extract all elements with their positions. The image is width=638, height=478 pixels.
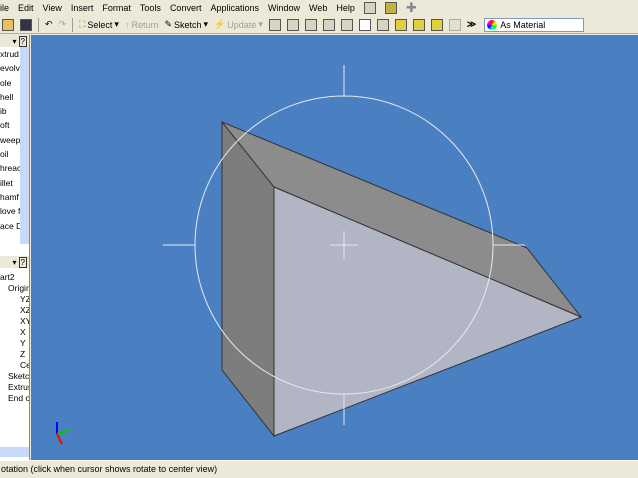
help-icon[interactable]: ? (19, 36, 27, 47)
left-panel: ▾? xtrud evolv ole hell ib oft weep oil … (0, 35, 30, 460)
material-value: As Material (500, 20, 545, 30)
menu-file[interactable]: ile (0, 3, 9, 13)
model-view[interactable] (31, 35, 638, 460)
update-button[interactable]: ⚡Update ▾ (214, 17, 263, 32)
select-icon: ⛶ (79, 19, 85, 30)
scrollbar[interactable] (20, 47, 29, 244)
tree-item[interactable]: X (0, 327, 29, 338)
graphics-viewport[interactable] (31, 35, 638, 460)
camera-icon[interactable] (413, 19, 425, 31)
menu-convert[interactable]: Convert (170, 3, 202, 13)
redo-icon[interactable]: ↷ (59, 19, 67, 30)
help-icon[interactable]: ? (19, 257, 27, 268)
menu-window[interactable]: Window (268, 3, 300, 13)
ground-shadow-icon[interactable] (431, 19, 443, 31)
update-label: Update (227, 20, 256, 30)
zoom-window-icon[interactable] (287, 19, 299, 31)
menu-format[interactable]: Format (102, 3, 131, 13)
zoom-selected-icon[interactable] (341, 19, 353, 31)
analysis-icon[interactable] (449, 19, 461, 31)
tree-item[interactable]: Z (0, 349, 29, 360)
zoom-all-icon[interactable] (269, 19, 281, 31)
rotate-icon[interactable] (359, 19, 371, 31)
tree-item[interactable]: Ce (0, 360, 29, 371)
separator (38, 18, 39, 32)
status-bar: otation (click when cursor shows rotate … (0, 460, 638, 478)
color-wheel-icon (487, 20, 497, 30)
browser-panel-header: ▾? (0, 256, 29, 268)
menu-edit[interactable]: Edit (18, 3, 34, 13)
browser-tree: art2 Origin YZ XZ XY X Y Z Ce Sketch Ext… (0, 268, 29, 404)
material-select[interactable]: As Material (484, 18, 584, 32)
menu-help[interactable]: Help (336, 3, 355, 13)
plus-icon[interactable]: ✚ (406, 0, 417, 16)
open-icon[interactable] (2, 19, 14, 31)
tree-item[interactable]: Sketch (0, 371, 29, 382)
save-icon[interactable] (20, 19, 32, 31)
transparency-icon[interactable]: ≫ (467, 19, 476, 30)
pan-icon[interactable] (323, 19, 335, 31)
tree-item[interactable]: Y (0, 338, 29, 349)
menu-applications[interactable]: Applications (210, 3, 259, 13)
look-at-icon[interactable] (377, 19, 389, 31)
return-label: Return (131, 20, 158, 30)
zoom-icon[interactable] (305, 19, 317, 31)
tree-item[interactable]: End of (0, 393, 29, 404)
tree-item[interactable]: Extrus (0, 382, 29, 393)
features-panel-header: ▾? (0, 35, 29, 47)
menu-insert[interactable]: Insert (71, 3, 94, 13)
help-icon[interactable] (364, 2, 376, 14)
select-label: Select (87, 20, 112, 30)
separator (72, 18, 73, 32)
menu-view[interactable]: View (43, 3, 62, 13)
chevron-down-icon[interactable]: ▾ (13, 258, 17, 267)
menu-bar: ile Edit View Insert Format Tools Conver… (0, 0, 638, 16)
tree-item[interactable]: Origin (0, 283, 29, 294)
chevron-down-icon[interactable]: ▾ (13, 37, 17, 46)
sketch-label: Sketch (174, 20, 202, 30)
sketch-button[interactable]: ✎Sketch ▾ (164, 17, 208, 32)
sketch-icon: ✎ (164, 19, 172, 30)
menu-web[interactable]: Web (309, 3, 327, 13)
select-button[interactable]: ⛶Select ▾ (79, 17, 119, 32)
axis-triad-icon (57, 422, 70, 444)
horizontal-scrollbar[interactable] (0, 447, 29, 457)
standard-toolbar: ↶ ↷ ⛶Select ▾ ↑Return ✎Sketch ▾ ⚡Update … (0, 16, 638, 34)
tree-item[interactable]: YZ (0, 294, 29, 305)
tree-item[interactable]: XZ (0, 305, 29, 316)
tree-item[interactable]: XY (0, 316, 29, 327)
tree-item[interactable]: art2 (0, 272, 29, 283)
calculator-icon[interactable] (385, 2, 397, 14)
update-icon: ⚡ (214, 19, 225, 30)
return-button[interactable]: ↑Return (125, 17, 159, 32)
features-list: xtrud evolv ole hell ib oft weep oil hre… (0, 47, 29, 244)
menu-tools[interactable]: Tools (140, 3, 161, 13)
return-icon: ↑ (125, 20, 130, 30)
undo-icon[interactable]: ↶ (45, 19, 53, 30)
shaded-display-icon[interactable] (395, 19, 407, 31)
